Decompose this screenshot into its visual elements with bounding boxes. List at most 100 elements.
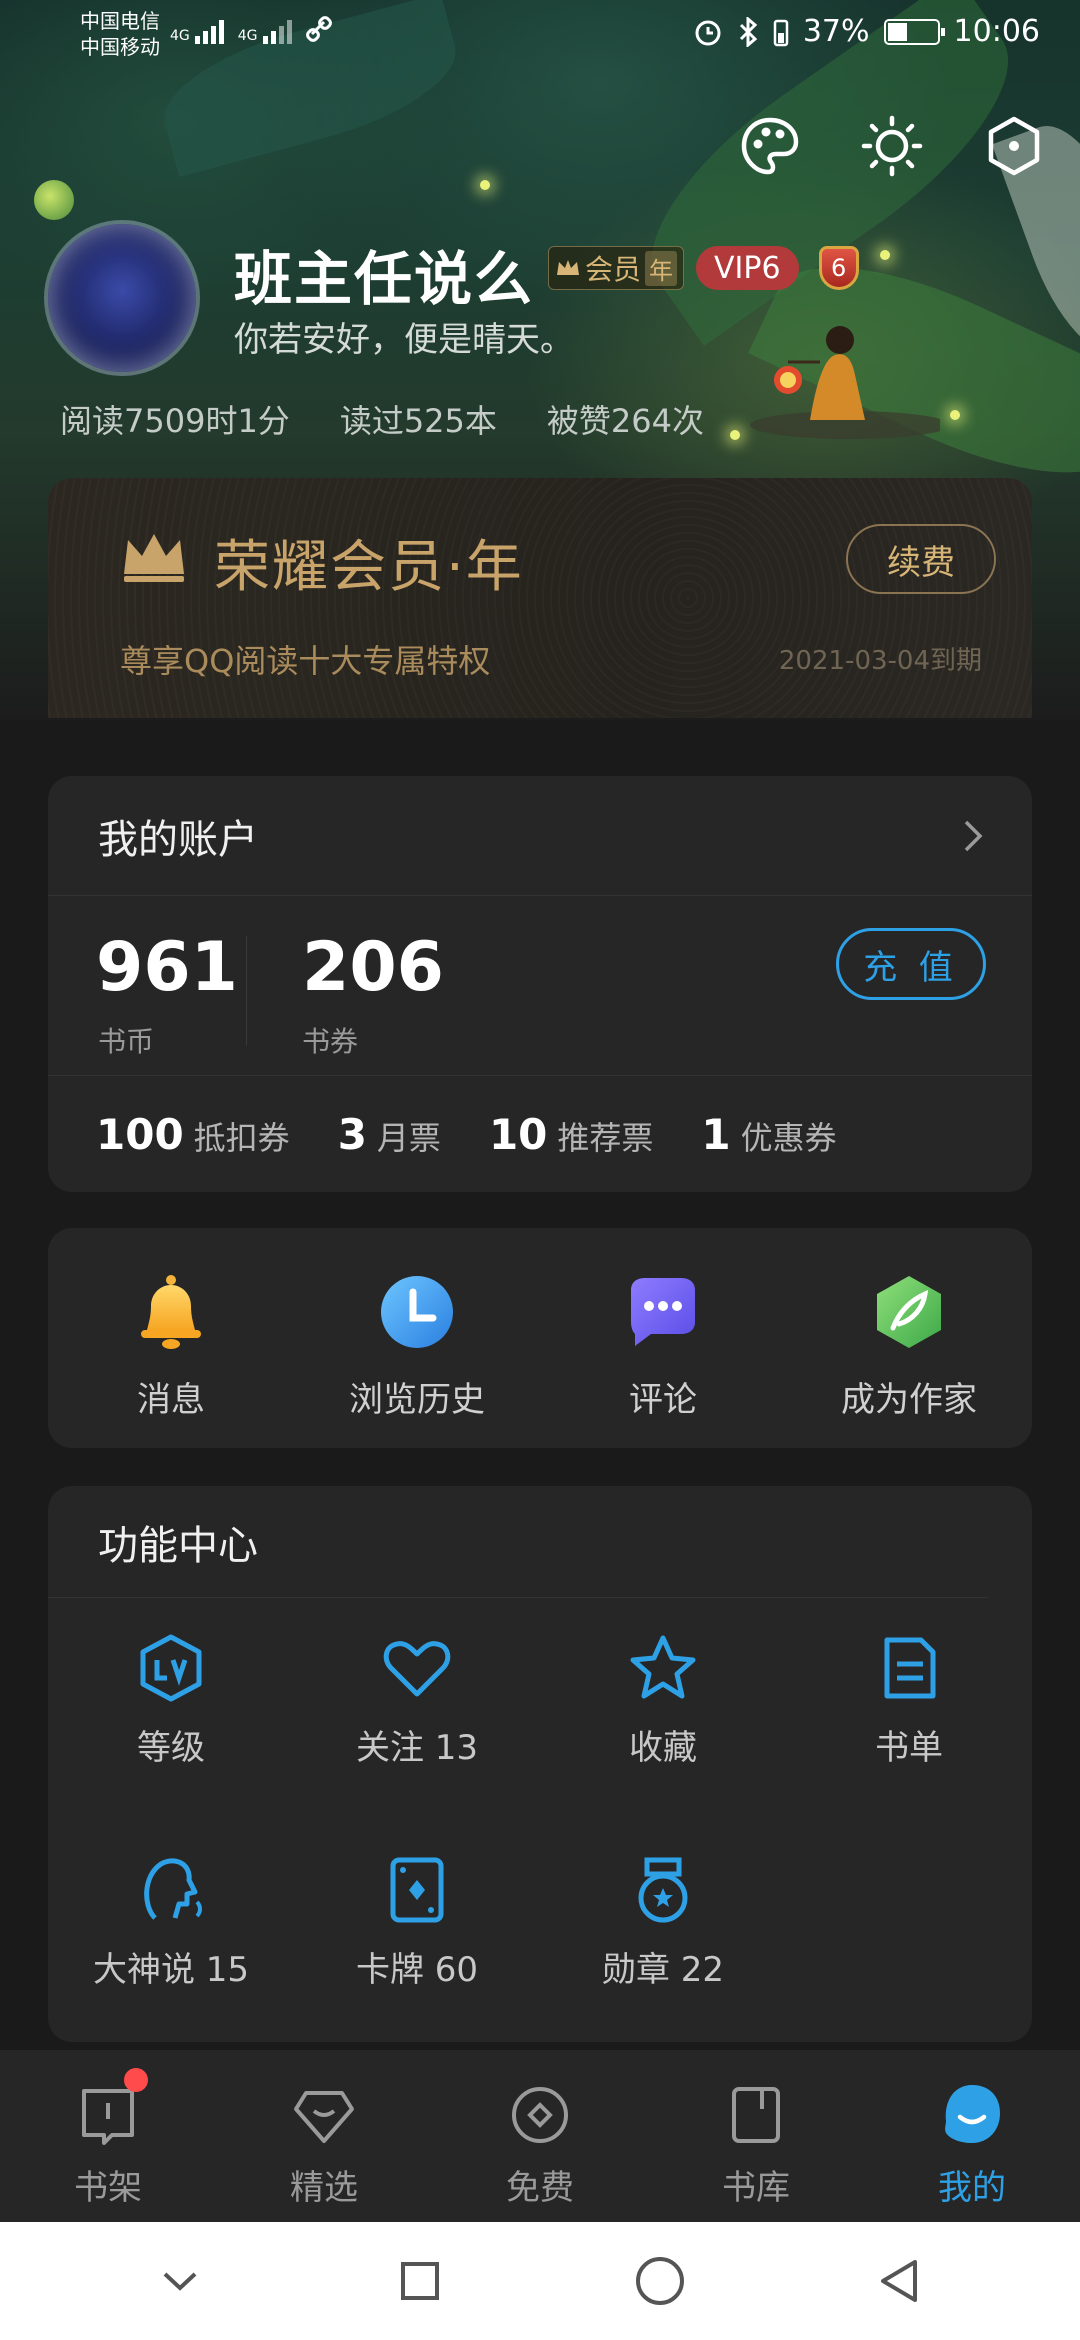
renew-button[interactable]: 续费 [846,524,996,594]
notification-dot [124,2068,148,2092]
signal-icon: 4G [238,20,292,44]
clock-icon [381,1276,453,1348]
quill-icon [877,1276,941,1348]
alarm-icon [695,20,721,45]
coin-label: 书币 [98,1025,155,1058]
status-bar: 中国电信 中国移动 4G 4G 37% 10:06 [0,0,1080,70]
bottom-nav: 书架 精选 免费 书库 我的 [0,2050,1080,2222]
nav-label: 我的 [938,2168,1006,2208]
user-motto: 你若安好，便是晴天。 [234,320,574,360]
back-triangle-icon[interactable] [860,2241,940,2321]
card-icon [390,1857,444,1923]
func-item-favorites[interactable]: 收藏 [540,1632,786,1769]
battery-percent: 37% [802,14,870,49]
heart-icon [383,1641,451,1697]
quick-item-label: 消息 [137,1380,205,1420]
account-card: 我的账户 961 书币 206 书券 充 值 100 抵扣券 3 月票 10 推… [48,776,1032,1192]
func-item-cards[interactable]: 卡牌 60 [294,1854,540,1991]
function-center-header: 功能中心 [48,1486,988,1598]
member-badge[interactable]: 会员 年 [548,246,685,290]
nav-label: 书架 [74,2168,142,2208]
member-badge-label: 会员 [585,253,642,286]
battery-vertical-icon [773,19,789,46]
quick-entries: 消息 浏览历史 评论 成为作家 [48,1228,1032,1448]
ticket-label: 优惠券 [740,1118,837,1157]
func-item-label: 勋章 22 [601,1950,725,1990]
avatar-decoration [34,180,74,220]
level-badge[interactable]: 6 [811,244,867,292]
username[interactable]: 班主任说么 [234,232,534,316]
ticket-item-monthly[interactable]: 3 月票 [338,1110,441,1159]
vip-badge[interactable]: VIP6 [696,246,799,290]
ticket-item-deduction[interactable]: 100 抵扣券 [96,1110,290,1159]
nav-library[interactable]: 书库 [648,2050,864,2222]
quick-item-label: 浏览历史 [349,1380,485,1420]
func-item-level[interactable]: 等级 [48,1632,294,1769]
brightness-icon[interactable] [856,110,928,182]
voucher-label: 书券 [302,1025,359,1058]
star-icon [630,1635,696,1699]
ticket-item-coupon[interactable]: 1 优惠券 [701,1110,836,1159]
func-item-label: 收藏 [629,1728,697,1768]
firefly-decoration [730,430,740,440]
recents-square-icon[interactable] [380,2241,460,2321]
network-type-2: 4G [237,28,258,44]
member-badge-year: 年 [645,250,678,286]
ticket-count: 10 [488,1109,548,1159]
top-actions [734,110,1050,182]
func-item-follow[interactable]: 关注 13 [294,1632,540,1769]
ticket-item-recommend[interactable]: 10 推荐票 [489,1110,653,1159]
chevron-right-icon [964,820,983,851]
medal-icon [638,1857,688,1923]
link-icon [305,16,332,42]
quick-item-comments[interactable]: 评论 [540,1228,786,1448]
quick-item-messages[interactable]: 消息 [48,1228,294,1448]
func-item-masters-say[interactable]: 大神说 15 [48,1854,294,1991]
system-navigation-bar [0,2222,1080,2340]
likes-received: 被赞264次 [546,402,704,440]
quick-item-label: 成为作家 [841,1380,977,1420]
palette-icon[interactable] [734,110,806,182]
carrier-1: 中国电信 [80,9,160,33]
vip-membership-card[interactable]: 荣耀会员·年 续费 尊享QQ阅读十大专属特权 2021-03-04到期 [48,478,1032,718]
avatar[interactable] [48,224,196,372]
ticket-label: 抵扣券 [193,1118,290,1157]
nav-featured[interactable]: 精选 [216,2050,432,2222]
battery-icon [883,18,945,45]
func-item-booklist[interactable]: 书单 [786,1632,1032,1769]
nav-free[interactable]: 免费 [432,2050,648,2222]
ticket-count: 1 [701,1109,731,1159]
speaker-head-icon [144,1858,202,1920]
quick-item-become-author[interactable]: 成为作家 [786,1228,1032,1448]
clock: 10:06 [953,14,1040,49]
voucher-balance[interactable]: 206 [302,928,444,1007]
chevron-down-icon[interactable] [140,2241,220,2321]
nav-label: 精选 [290,2168,358,2208]
profile-icon [937,2080,1007,2150]
crown-icon [557,260,579,275]
func-item-medals[interactable]: 勋章 22 [540,1854,786,1991]
coin-balance[interactable]: 961 [96,928,238,1007]
func-item-label: 关注 13 [355,1728,479,1768]
settings-hex-icon[interactable] [978,110,1050,182]
vip-expiry: 2021-03-04到期 [778,646,982,676]
home-circle-icon[interactable] [620,2241,700,2321]
girl-lantern-illustration [750,326,940,439]
network-icons: 4G 4G [170,16,334,44]
ticket-summary: 100 抵扣券 3 月票 10 推荐票 1 优惠券 [48,1076,1032,1192]
account-title: 我的账户 [98,816,258,863]
library-icon [721,2080,791,2150]
firefly-decoration [880,250,890,260]
func-item-label: 大神说 15 [92,1950,250,1990]
account-header[interactable]: 我的账户 [48,776,1032,896]
quick-item-history[interactable]: 浏览历史 [294,1228,540,1448]
diamond-icon [289,2080,359,2150]
nav-me[interactable]: 我的 [864,2050,1080,2222]
vip-title: 荣耀会员·年 [214,535,524,600]
network-type-1: 4G [170,28,190,44]
recharge-button[interactable]: 充 值 [836,928,986,1000]
nav-bookshelf[interactable]: 书架 [0,2050,216,2222]
nav-label: 免费 [506,2168,574,2208]
firefly-decoration [480,180,490,190]
quick-item-label: 评论 [629,1380,697,1420]
